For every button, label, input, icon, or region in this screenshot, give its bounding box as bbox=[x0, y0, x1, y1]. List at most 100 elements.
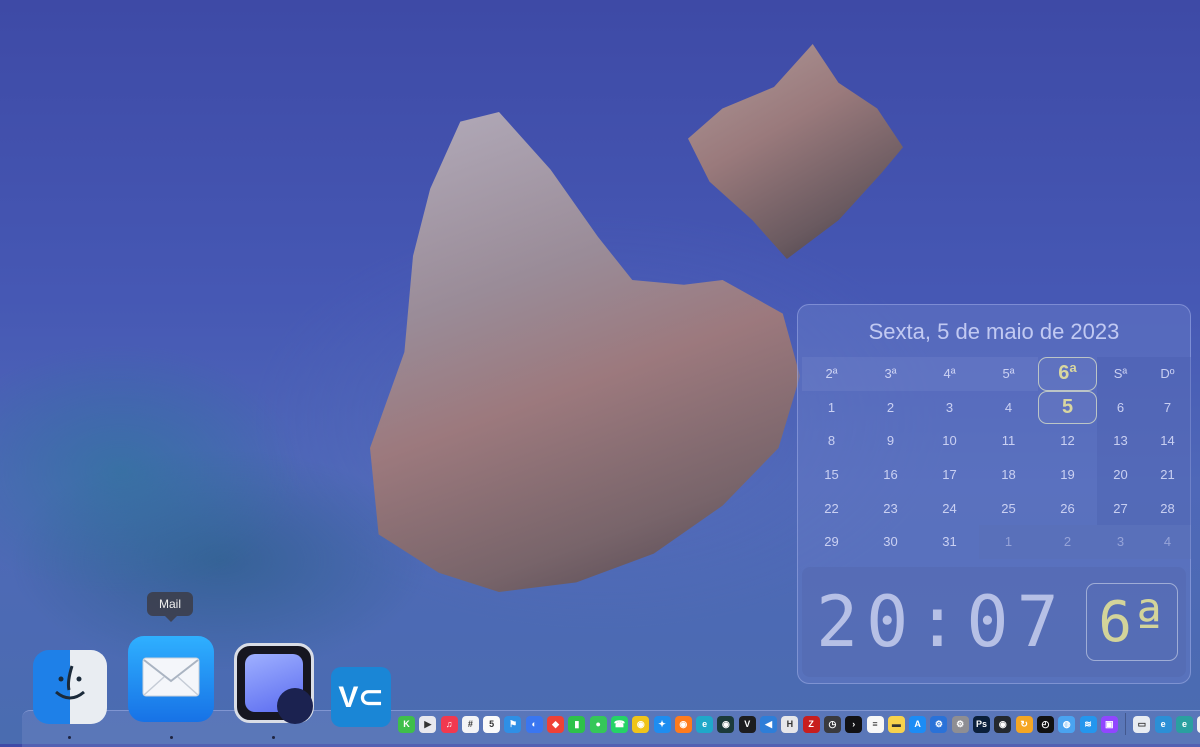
terminal-icon[interactable]: › bbox=[845, 715, 863, 733]
calendar-day[interactable]: 17 bbox=[920, 458, 979, 492]
calendar-day[interactable]: 7 bbox=[1144, 390, 1191, 425]
calendar-day[interactable]: 15 bbox=[802, 458, 861, 492]
calendar-day[interactable]: 21 bbox=[1144, 457, 1191, 492]
filezilla-icon[interactable]: Z bbox=[802, 715, 820, 733]
github-icon[interactable]: ◉ bbox=[994, 715, 1012, 733]
running-indicator bbox=[272, 736, 275, 739]
dock-app-mail[interactable] bbox=[128, 636, 214, 722]
calendar-widget[interactable]: Sexta, 5 de maio de 2023 2ª 3ª 4ª 5ª 6ª Sª Dº 1… bbox=[797, 304, 1191, 684]
calendar-day[interactable]: 6 bbox=[1097, 390, 1144, 425]
appstore-icon[interactable]: A bbox=[909, 715, 927, 733]
calendar-day[interactable]: 11 bbox=[979, 424, 1038, 458]
calendar-day[interactable]: 2 bbox=[861, 391, 920, 425]
calendar-day[interactable]: 1 bbox=[802, 391, 861, 425]
calendar-day[interactable]: 20 bbox=[1097, 457, 1144, 492]
calendar-day[interactable]: 27 bbox=[1097, 491, 1144, 525]
facetime-icon[interactable]: ▮ bbox=[568, 715, 586, 733]
calendar-day[interactable]: 16 bbox=[861, 458, 920, 492]
stickies-icon[interactable]: ▬ bbox=[887, 715, 905, 733]
dock-tooltip: Mail bbox=[147, 592, 193, 622]
calendar-day[interactable]: 19 bbox=[1038, 458, 1097, 492]
clock-app-icon[interactable]: ◴ bbox=[1036, 715, 1054, 733]
sync-icon[interactable]: ↻ bbox=[1015, 715, 1033, 733]
whatsapp-icon[interactable]: ☎ bbox=[610, 715, 628, 733]
calendar-day[interactable]: 23 bbox=[861, 491, 920, 525]
safari-icon[interactable]: ✦ bbox=[653, 715, 671, 733]
calendar-day[interactable]: 26 bbox=[1038, 491, 1097, 525]
edge-dev-icon[interactable]: e bbox=[1175, 715, 1193, 733]
signal-icon[interactable]: ◐ bbox=[525, 715, 543, 733]
edge-beta-icon[interactable]: e bbox=[1154, 715, 1172, 733]
firefox-icon[interactable]: ◉ bbox=[674, 715, 692, 733]
dock-app-preview[interactable] bbox=[234, 643, 314, 724]
calendar-day[interactable]: 4 bbox=[1144, 524, 1191, 559]
weekday-header: Sª bbox=[1097, 357, 1144, 391]
weekday-header: 5ª bbox=[979, 357, 1038, 391]
calendar-day[interactable]: 1 bbox=[979, 524, 1038, 559]
calendar-day[interactable]: 4 bbox=[979, 391, 1038, 425]
preview-icon bbox=[245, 654, 313, 724]
calendar-day[interactable]: 3 bbox=[1097, 524, 1144, 559]
anydesk-icon[interactable]: ◆ bbox=[547, 715, 565, 733]
calendar-day[interactable]: 31 bbox=[920, 525, 979, 559]
running-indicator bbox=[68, 736, 71, 739]
vectorworks-icon[interactable]: V bbox=[738, 715, 756, 733]
calendar-day[interactable]: 10 bbox=[920, 424, 979, 458]
weekday-header: 2ª bbox=[802, 357, 861, 391]
calendar-day[interactable]: 12 bbox=[1038, 424, 1097, 458]
app-icon[interactable]: ◉ bbox=[717, 715, 735, 733]
calendar-day[interactable]: 30 bbox=[861, 525, 920, 559]
calendar-day[interactable]: 18 bbox=[979, 458, 1038, 492]
notes-icon[interactable]: ≡ bbox=[866, 715, 884, 733]
calendar-day[interactable]: 2 bbox=[1038, 524, 1097, 559]
play-icon[interactable]: ▶ bbox=[419, 715, 437, 733]
music-icon[interactable]: ♫ bbox=[440, 715, 458, 733]
chrome-icon[interactable]: ◉ bbox=[632, 715, 650, 733]
weekday-header: Dº bbox=[1144, 357, 1191, 391]
vscode-icon[interactable]: ◀ bbox=[760, 715, 778, 733]
clock-weekday: 6ª bbox=[1086, 583, 1178, 661]
vnc-icon: V⊂ bbox=[338, 680, 384, 714]
flag-icon[interactable]: ⚑ bbox=[504, 715, 522, 733]
settings-icon[interactable]: ⚙ bbox=[930, 715, 948, 733]
clock-time: 20:07 bbox=[816, 581, 1067, 663]
calendar-day[interactable]: 14 bbox=[1144, 424, 1191, 458]
calendar-day[interactable]: 22 bbox=[802, 491, 861, 525]
h-icon[interactable]: H bbox=[781, 715, 799, 733]
twitch-icon[interactable]: ▣ bbox=[1100, 715, 1118, 733]
calendar-day[interactable]: 3 bbox=[920, 391, 979, 425]
wallpaper-rock-small bbox=[688, 44, 903, 259]
dock-app-finder[interactable] bbox=[33, 650, 107, 724]
calendar-grid: 2ª 3ª 4ª 5ª 6ª Sª Dº 1 2 3 4 5 6 7 8 9 10 11 12 13 14 15 16 17 1… bbox=[802, 357, 1191, 559]
weekday-header: 3ª bbox=[861, 357, 920, 391]
calendar-day[interactable]: 25 bbox=[979, 491, 1038, 525]
k-app-icon[interactable]: K bbox=[398, 715, 415, 733]
network-icon[interactable]: ◍ bbox=[1058, 715, 1076, 733]
edge-icon[interactable]: e bbox=[696, 715, 714, 733]
envelope-icon bbox=[142, 657, 200, 702]
running-indicator bbox=[170, 736, 173, 739]
calendar-day[interactable]: 24 bbox=[920, 491, 979, 525]
calendar-day[interactable]: 13 bbox=[1097, 424, 1144, 458]
calendar-day[interactable]: 8 bbox=[802, 424, 861, 458]
calendar-day[interactable]: 29 bbox=[802, 525, 861, 559]
finder-icon bbox=[47, 662, 93, 713]
slack-icon[interactable]: # bbox=[461, 715, 479, 733]
messages-icon[interactable]: ● bbox=[589, 715, 607, 733]
weekday-header: 6ª bbox=[1038, 357, 1097, 391]
dock-separator bbox=[1125, 713, 1127, 735]
calendar-icon[interactable]: 5 bbox=[483, 715, 501, 733]
clock-display: 20:07 6ª bbox=[802, 567, 1186, 677]
dock-small-icons: K▶♫#5⚑◐◆▮●☎◉✦◉e◉V◀HZ◷›≡▬A⚙⚙Ps◉↻◴◍≋▣▭ee▯ bbox=[398, 712, 1200, 736]
system-prefs-icon[interactable]: ⚙ bbox=[951, 715, 969, 733]
calendar-day[interactable]: 5 bbox=[1038, 390, 1097, 425]
calendar-day[interactable]: 9 bbox=[861, 424, 920, 458]
finder-window-icon[interactable]: ▭ bbox=[1133, 715, 1151, 733]
dock-app-vnc-viewer[interactable]: V⊂ bbox=[331, 667, 391, 727]
weekday-header: 4ª bbox=[920, 357, 979, 391]
calendar-day[interactable]: 28 bbox=[1144, 491, 1191, 525]
photoshop-icon[interactable]: Ps bbox=[973, 715, 991, 733]
clock-icon[interactable]: ◷ bbox=[823, 715, 841, 733]
calendar-date-title: Sexta, 5 de maio de 2023 bbox=[868, 319, 1120, 344]
docker-icon[interactable]: ≋ bbox=[1079, 715, 1097, 733]
